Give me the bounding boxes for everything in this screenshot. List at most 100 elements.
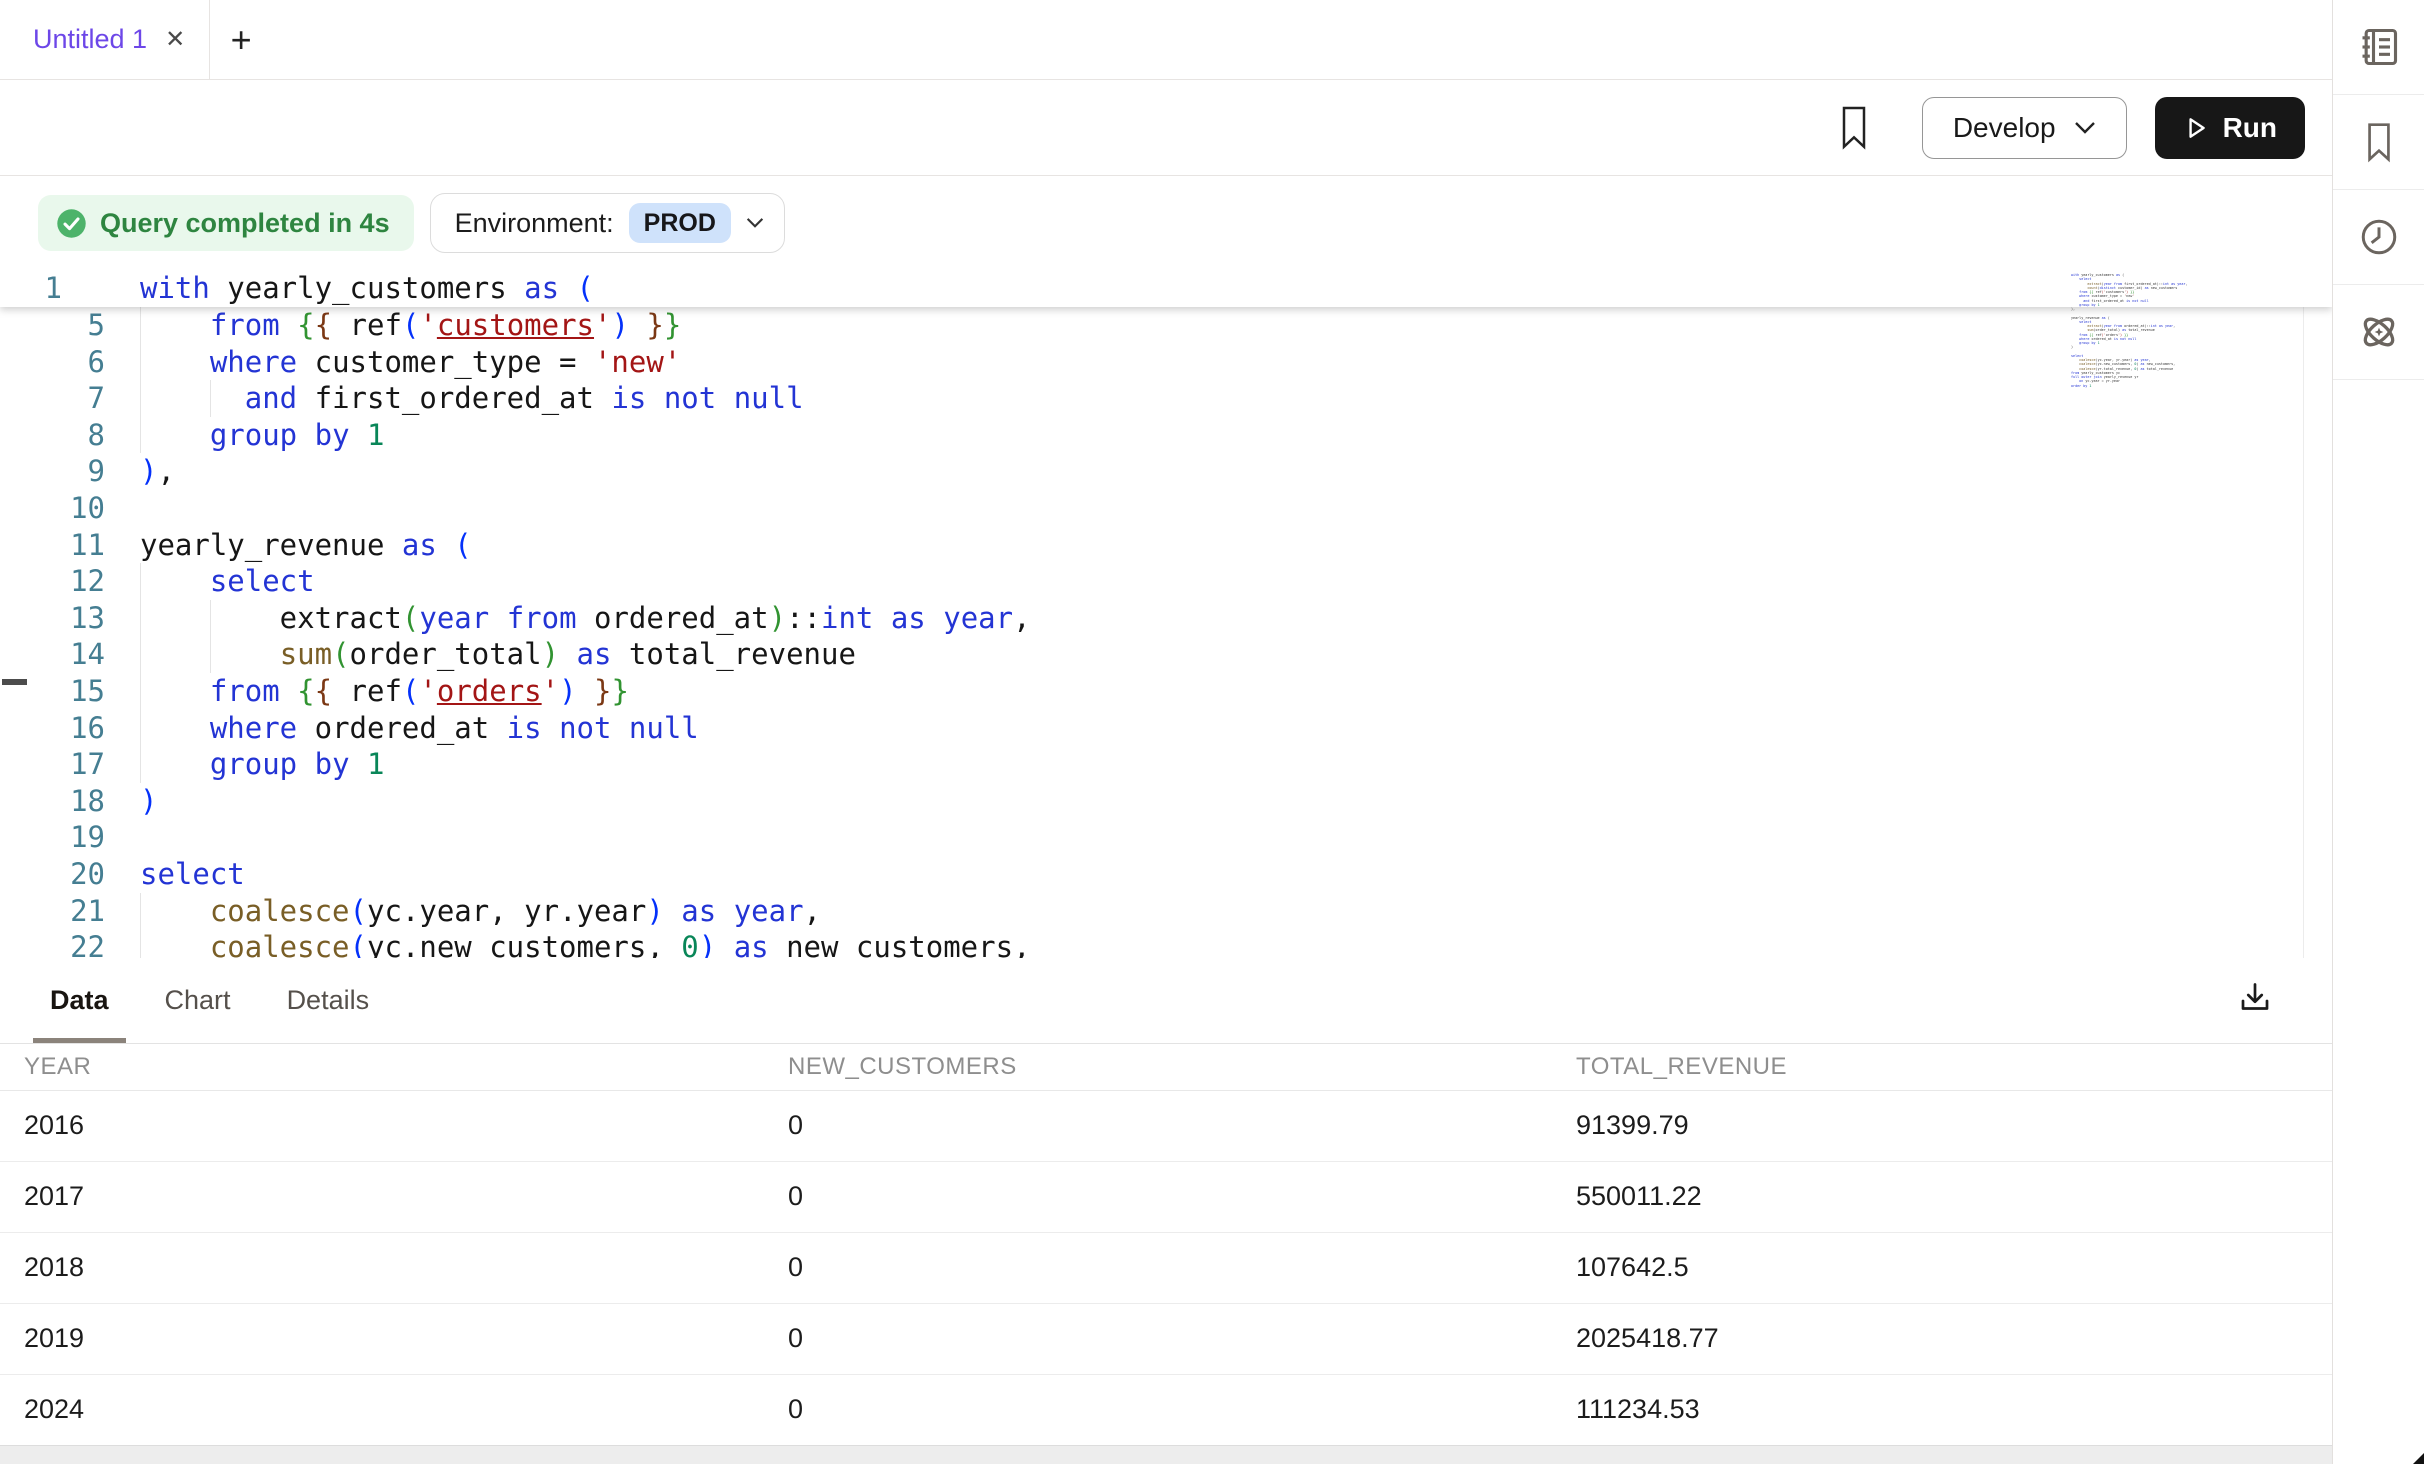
line-number[interactable]: 5 (0, 307, 105, 344)
table-row[interactable]: 2016091399.79 (0, 1090, 2332, 1161)
code-line[interactable]: 13 extract(year from ordered_at)::int as… (0, 600, 2332, 637)
code-line[interactable]: 17 group by 1 (0, 746, 2332, 783)
run-button[interactable]: Run (2155, 97, 2305, 159)
code-text[interactable]: ), (140, 453, 175, 490)
code-line[interactable]: 20 select (0, 856, 2332, 893)
line-number[interactable]: 19 (0, 819, 105, 856)
line-number[interactable]: 14 (0, 636, 105, 673)
main-column: Untitled 1 ✕ + Develop Run (0, 0, 2332, 1464)
code-line[interactable]: 6 where customer_type = 'new' (0, 344, 2332, 381)
right-icon-sidebar (2332, 0, 2424, 1464)
query-toolbar: Develop Run (0, 80, 2332, 176)
environment-label: Environment: (455, 208, 614, 239)
sql-ide-window: Untitled 1 ✕ + Develop Run (0, 0, 2424, 1464)
code-line[interactable]: 9), (0, 453, 2332, 490)
table-row[interactable]: 20180107642.5 (0, 1232, 2332, 1303)
code-text[interactable]: extract(year from ordered_at)::int as ye… (140, 600, 1031, 637)
code-text[interactable]: select (140, 856, 245, 893)
history-panel-button[interactable] (2333, 190, 2424, 285)
app-logo-button[interactable] (2333, 285, 2424, 380)
editor-tab-bar: Untitled 1 ✕ + (0, 0, 2332, 80)
code-line[interactable]: 5 from {{ ref('customers') }} (0, 307, 2332, 344)
code-text[interactable]: ) (140, 783, 157, 820)
line-number[interactable]: 8 (0, 417, 105, 454)
table-cell: 107642.5 (1576, 1232, 2332, 1303)
line-number[interactable]: 7 (0, 380, 105, 417)
line-number[interactable]: 10 (0, 490, 105, 527)
code-text[interactable]: and first_ordered_at is not null (140, 380, 804, 417)
line-number[interactable]: 20 (0, 856, 105, 893)
sticky-code-line[interactable]: 1 with yearly_customers as ( (0, 270, 2332, 307)
tab-untitled-1[interactable]: Untitled 1 ✕ (0, 0, 210, 79)
line-number[interactable]: 17 (0, 746, 105, 783)
sql-code-editor[interactable]: 1 with yearly_customers as ( 5 from {{ re… (0, 270, 2332, 958)
line-number[interactable]: 16 (0, 710, 105, 747)
bookmark-button[interactable] (1839, 105, 1869, 151)
table-row[interactable]: 20240111234.53 (0, 1374, 2332, 1445)
code-text[interactable]: where customer_type = 'new' (140, 344, 681, 381)
code-text[interactable]: select (140, 563, 315, 600)
code-line[interactable]: 11 yearly_revenue as ( (0, 527, 2332, 564)
code-line[interactable]: 10 (0, 490, 2332, 527)
code-text[interactable]: group by 1 (140, 746, 384, 783)
table-cell: 0 (788, 1161, 1576, 1232)
code-line[interactable]: 18) (0, 783, 2332, 820)
code-text[interactable]: where ordered_at is not null (140, 710, 699, 747)
code-text[interactable]: from {{ ref('orders') }} (140, 673, 629, 710)
column-header: YEAR (0, 1044, 788, 1090)
code-text[interactable]: coalesce(yc.new_customers, 0) as new_cus… (140, 929, 1031, 958)
minimap-line: order by 1 (2071, 384, 2189, 388)
code-line[interactable]: 16 where ordered_at is not null (0, 710, 2332, 747)
code-text[interactable]: coalesce(yc.year, yr.year) as year, (140, 893, 821, 930)
line-number[interactable]: 18 (0, 783, 105, 820)
results-panel: Data Chart Details YEARNEW_CUSTOMERSTOTA… (0, 958, 2332, 1464)
bookmark-icon (2359, 120, 2399, 164)
code-line[interactable]: 7 and first_ordered_at is not null (0, 380, 2332, 417)
window-resize-grip[interactable] (2413, 1453, 2424, 1464)
code-text[interactable]: yearly_revenue as ( (140, 527, 472, 564)
tab-data-label: Data (50, 985, 109, 1016)
column-header: NEW_CUSTOMERS (788, 1044, 1576, 1090)
code-line[interactable]: 15 from {{ ref('orders') }} (0, 673, 2332, 710)
table-row[interactable]: 201902025418.77 (0, 1303, 2332, 1374)
code-text[interactable]: group by 1 (140, 417, 384, 454)
develop-dropdown[interactable]: Develop (1922, 97, 2127, 159)
line-number[interactable]: 12 (0, 563, 105, 600)
new-tab-button[interactable]: + (210, 0, 272, 79)
scrollbar-thumb[interactable] (2, 679, 27, 685)
code-line[interactable]: 12 select (0, 563, 2332, 600)
line-number[interactable]: 6 (0, 344, 105, 381)
table-cell: 0 (788, 1374, 1576, 1445)
play-icon (2183, 115, 2209, 141)
download-results-button[interactable] (2237, 980, 2273, 1016)
code-text[interactable]: from {{ ref('customers') }} (140, 307, 681, 344)
code-line[interactable]: 21 coalesce(yc.year, yr.year) as year, (0, 893, 2332, 930)
line-number[interactable]: 11 (0, 527, 105, 564)
notebook-panel-button[interactable] (2333, 0, 2424, 95)
line-number[interactable]: 9 (0, 453, 105, 490)
minimap[interactable]: with yearly_customers as ( select extrac… (2071, 273, 2189, 388)
tab-chart[interactable]: Chart (165, 958, 231, 1043)
bookmarks-panel-button[interactable] (2333, 95, 2424, 190)
environment-selector[interactable]: Environment: PROD (430, 193, 785, 253)
code-line[interactable]: 14 sum(order_total) as total_revenue (0, 636, 2332, 673)
chevron-down-icon (2074, 121, 2096, 135)
table-cell: 0 (788, 1232, 1576, 1303)
app-logo-icon (2357, 310, 2401, 354)
code-text[interactable]: sum(order_total) as total_revenue (140, 636, 856, 673)
line-number[interactable]: 22 (0, 929, 105, 958)
code-line[interactable]: 22 coalesce(yc.new_customers, 0) as new_… (0, 929, 2332, 958)
table-row[interactable]: 20170550011.22 (0, 1161, 2332, 1232)
line-number[interactable]: 21 (0, 893, 105, 930)
close-icon[interactable]: ✕ (165, 28, 185, 52)
code-text[interactable]: with yearly_customers as ( (140, 270, 594, 307)
tab-details[interactable]: Details (287, 958, 370, 1043)
line-number[interactable]: 13 (0, 600, 105, 637)
code-line[interactable]: 8 group by 1 (0, 417, 2332, 454)
code-line[interactable]: 19 (0, 819, 2332, 856)
line-number[interactable]: 1 (0, 270, 62, 307)
overview-ruler (2303, 270, 2331, 958)
tab-data[interactable]: Data (50, 958, 109, 1043)
horizontal-scrollbar[interactable] (0, 1445, 2332, 1464)
table-header-row: YEARNEW_CUSTOMERSTOTAL_REVENUE (0, 1044, 2332, 1090)
